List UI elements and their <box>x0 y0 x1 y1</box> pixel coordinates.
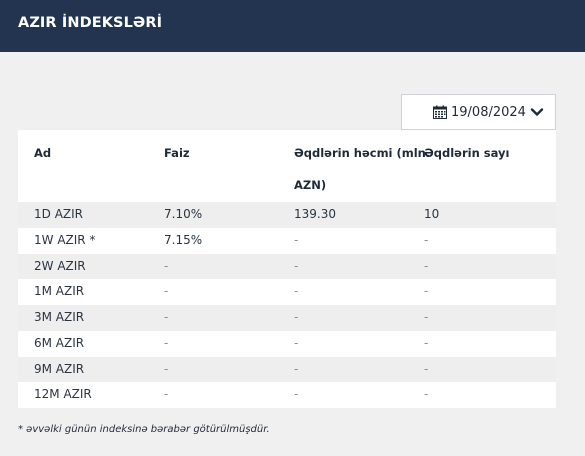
cell-rate: - <box>164 361 169 376</box>
cell-volume: 139.30 <box>294 207 336 221</box>
cell-name: 2W AZIR <box>34 258 86 273</box>
calendar-icon <box>433 105 447 119</box>
cell-name: 1W AZIR * <box>34 232 96 247</box>
cell-name: 6M AZIR <box>34 335 85 350</box>
table-row: 3M AZIR - - - <box>18 305 556 331</box>
cell-rate: 7.15% <box>164 232 203 247</box>
cell-rate: - <box>164 310 169 324</box>
date-value: 19/08/2024 <box>451 104 526 120</box>
cell-volume: - <box>294 335 299 350</box>
cell-volume: - <box>294 284 299 299</box>
azir-table: Ad Faiz Əqdlərin həcmi (mln. AZN) Əqdlər… <box>18 130 556 408</box>
cell-volume: - <box>294 310 299 324</box>
table-header: Ad Faiz Əqdlərin həcmi (mln. AZN) Əqdlər… <box>18 130 556 202</box>
cell-volume: - <box>294 361 299 376</box>
cell-volume: - <box>294 232 299 247</box>
cell-rate: - <box>164 258 169 273</box>
table-row: 9M AZIR - - - <box>18 356 556 383</box>
column-header-volume: Əqdlərin həcmi (mln. <box>294 146 431 160</box>
cell-count: - <box>424 335 429 350</box>
cell-name: 12M AZIR <box>34 387 92 402</box>
cell-rate: - <box>164 284 169 299</box>
column-header-rate: Faiz <box>164 146 190 160</box>
cell-name: 9M AZIR <box>34 361 85 376</box>
cell-name: 1D AZIR <box>34 207 83 221</box>
column-header-count: Əqdlərin sayı <box>424 146 510 160</box>
cell-volume: - <box>294 387 299 402</box>
cell-count: - <box>424 258 429 273</box>
table-row: 2W AZIR - - - <box>18 253 556 280</box>
cell-count: - <box>424 361 429 376</box>
cell-count: 10 <box>424 207 440 221</box>
table-row: 6M AZIR - - - <box>18 331 556 357</box>
cell-name: 1M AZIR <box>34 284 85 299</box>
page-header: AZIR İNDEKSLƏRİ <box>0 0 585 52</box>
cell-name: 3M AZIR <box>34 310 85 324</box>
footnote: * əvvəlki günün indeksinə bərabər götürü… <box>18 424 270 435</box>
page-title: AZIR İNDEKSLƏRİ <box>18 15 163 31</box>
chevron-down-icon[interactable] <box>530 105 544 119</box>
cell-count: - <box>424 387 429 402</box>
table-row: 1D AZIR 7.10% 139.30 10 <box>18 202 556 228</box>
cell-rate: 7.10% <box>164 207 203 221</box>
table-row: 1M AZIR - - - <box>18 279 556 305</box>
table-row: 12M AZIR - - - <box>18 382 556 408</box>
table-row: 1W AZIR * 7.15% - - <box>18 228 556 254</box>
cell-count: - <box>424 284 429 299</box>
cell-count: - <box>424 232 429 247</box>
column-header-name: Ad <box>34 146 52 160</box>
cell-rate: - <box>164 335 169 350</box>
cell-count: - <box>424 310 429 324</box>
date-picker[interactable]: 19/08/2024 <box>401 94 556 130</box>
cell-volume: - <box>294 258 299 273</box>
cell-rate: - <box>164 387 169 402</box>
column-header-volume-unit: AZN) <box>294 178 327 192</box>
